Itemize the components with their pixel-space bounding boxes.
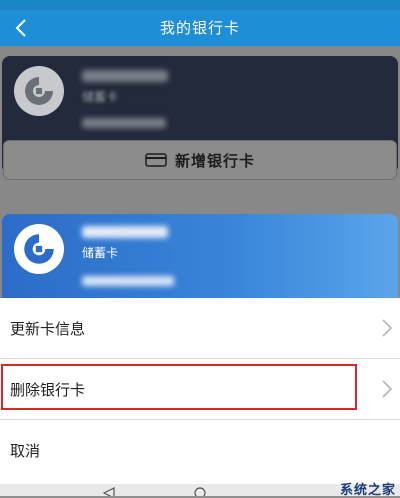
action-sheet: 更新卡信息 删除银行卡 取消 bbox=[0, 298, 400, 484]
add-bank-card-label: 新增银行卡 bbox=[174, 151, 255, 170]
card-tail-blurred bbox=[82, 276, 174, 286]
cancel-label: 取消 bbox=[10, 441, 41, 460]
app-header: 我的银行卡 bbox=[0, 10, 400, 46]
card-type-label: 储蓄卡 bbox=[82, 90, 119, 104]
bank-logo-icon bbox=[14, 66, 64, 116]
card-list: 储蓄卡 新增银行卡 储蓄卡 bbox=[0, 46, 400, 324]
chevron-right-icon bbox=[382, 319, 393, 337]
update-card-info-item[interactable]: 更新卡信息 bbox=[0, 298, 400, 358]
status-bar bbox=[0, 0, 400, 10]
card-number-blurred bbox=[82, 226, 168, 238]
add-bank-card-button[interactable]: 新增银行卡 bbox=[3, 140, 397, 180]
chevron-right-icon bbox=[382, 380, 393, 398]
page-title: 我的银行卡 bbox=[159, 19, 240, 37]
update-card-info-label: 更新卡信息 bbox=[10, 319, 86, 338]
highlight-box bbox=[1, 364, 357, 410]
card-icon bbox=[145, 152, 167, 168]
bank-logo-icon bbox=[14, 224, 64, 274]
card-type-label: 储蓄卡 bbox=[82, 246, 119, 260]
card-tail-blurred bbox=[82, 118, 166, 128]
cancel-item[interactable]: 取消 bbox=[0, 420, 400, 480]
watermark-logo: 系统之家 bbox=[339, 483, 396, 498]
card-number-blurred bbox=[82, 70, 168, 82]
